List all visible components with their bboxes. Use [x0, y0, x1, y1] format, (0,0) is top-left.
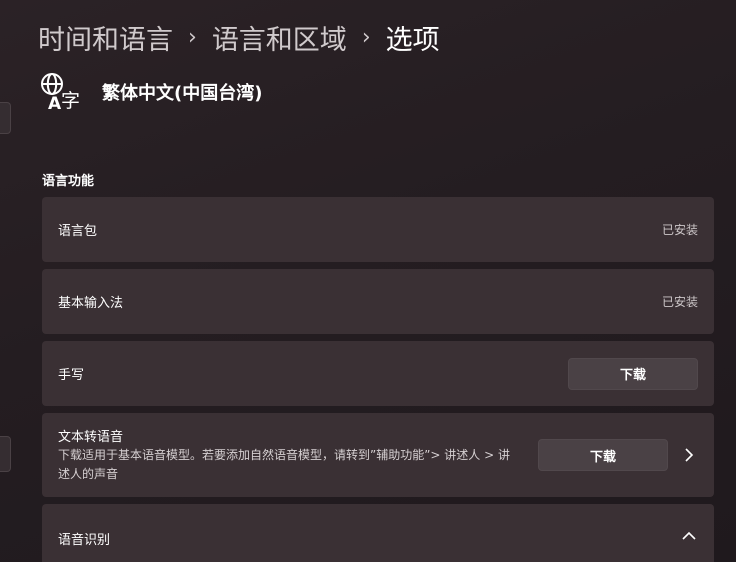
- feature-label: 手写: [58, 368, 85, 383]
- language-name: 繁体中文(中国台湾): [102, 83, 263, 104]
- feature-label: 文本转语音: [58, 430, 124, 445]
- chevron-right-icon[interactable]: [680, 448, 698, 462]
- language-icon: A 字: [40, 72, 82, 112]
- svg-text:字: 字: [61, 90, 80, 112]
- nav-item-edge[interactable]: [0, 436, 11, 472]
- status-text: 已安装: [661, 223, 698, 237]
- download-handwriting-button[interactable]: 下载: [568, 357, 698, 390]
- feature-text-to-speech[interactable]: 文本转语音 下载适用于基本语音模型。若要添加自然语音模型，请转到”辅助功能”> …: [42, 413, 714, 497]
- feature-handwriting: 手写 下载: [42, 341, 714, 406]
- language-header: A 字 繁体中文(中国台湾): [40, 72, 262, 112]
- breadcrumb-language-region[interactable]: 语言和区域: [212, 18, 347, 57]
- breadcrumb-separator-icon: ›: [188, 24, 197, 50]
- feature-description: 下载适用于基本语音模型。若要添加自然语音模型，请转到”辅助功能”> 讲述人 > …: [58, 448, 510, 481]
- breadcrumb-separator-icon: ›: [361, 24, 371, 50]
- status-text: 已安装: [661, 295, 698, 309]
- feature-basic-typing: 基本输入法 已安装: [42, 269, 714, 334]
- nav-search-box-edge[interactable]: [0, 102, 11, 134]
- feature-label: 语言包: [58, 224, 98, 239]
- breadcrumb-current-page: 选项: [385, 24, 440, 56]
- section-title: 语言功能: [42, 174, 95, 189]
- svg-text:A: A: [48, 94, 62, 112]
- breadcrumb-time-language[interactable]: 时间和语言: [38, 18, 173, 57]
- feature-label: 基本输入法: [58, 296, 124, 311]
- feature-speech-recognition[interactable]: 语音识别: [42, 504, 714, 562]
- download-tts-button[interactable]: 下载: [538, 439, 668, 471]
- feature-label: 语音识别: [58, 533, 111, 548]
- breadcrumb: 时间和语言 › 语言和区域 › 选项: [38, 16, 440, 58]
- feature-language-pack: 语言包 已安装: [42, 197, 714, 262]
- chevron-up-icon[interactable]: [680, 531, 698, 541]
